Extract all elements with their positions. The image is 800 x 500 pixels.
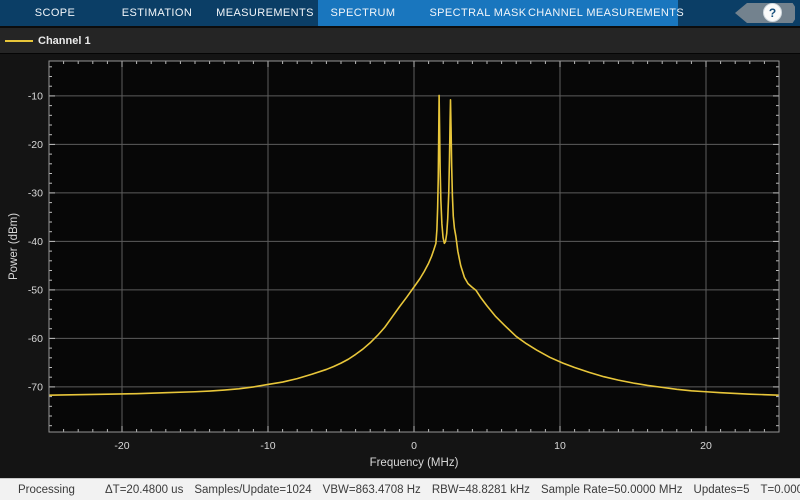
status-samples-per-update: Samples/Update=1024 (194, 484, 311, 496)
svg-text:Power (dBm): Power (dBm) (8, 213, 20, 280)
status-sample-rate: Sample Rate=50.0000 MHz (541, 484, 683, 496)
tab-measurements[interactable]: MEASUREMENTS (212, 0, 318, 26)
status-time: T=0.0001 (760, 484, 800, 496)
svg-text:-30: -30 (28, 187, 43, 199)
svg-text:-70: -70 (28, 381, 43, 393)
spectrum-plot[interactable]: -20 -10 0 10 20 -70 -60 -50 -40 -30 -20 -10 Frequenc… (0, 55, 800, 478)
svg-text:0: 0 (411, 440, 417, 452)
status-state: Processing (18, 484, 75, 496)
spectrum-plot-canvas: -20 -10 0 10 20 -70 -60 -50 -40 -30 -20 -10 Frequenc… (0, 55, 800, 478)
help-icon[interactable]: ? (763, 3, 782, 22)
status-vbw: VBW=863.4708 Hz (323, 484, 421, 496)
svg-text:10: 10 (554, 440, 566, 452)
svg-text:-10: -10 (260, 440, 275, 452)
tab-spectral-mask[interactable]: SPECTRAL MASK (428, 0, 528, 26)
svg-text:20: 20 (700, 440, 712, 452)
legend-channel-label: Channel 1 (38, 35, 91, 47)
legend[interactable]: Channel 1 (0, 26, 800, 54)
tab-spectrum[interactable]: SPECTRUM (326, 0, 400, 26)
tab-channel-measurements[interactable]: CHANNEL MEASUREMENTS (530, 0, 682, 26)
status-metrics: ΔT=20.4800 us Samples/Update=1024 VBW=86… (105, 484, 800, 496)
toolstrip: SCOPE ESTIMATION MEASUREMENTS SPECTRUM S… (0, 0, 800, 26)
svg-text:Frequency (MHz): Frequency (MHz) (370, 457, 459, 469)
svg-text:-20: -20 (114, 440, 129, 452)
svg-text:-20: -20 (28, 139, 43, 151)
svg-text:-60: -60 (28, 333, 43, 345)
status-bar: Processing ΔT=20.4800 us Samples/Update=… (0, 478, 800, 500)
status-updates: Updates=5 (694, 484, 750, 496)
spectrum-analyzer-window: SCOPE ESTIMATION MEASUREMENTS SPECTRUM S… (0, 0, 800, 500)
svg-text:-10: -10 (28, 90, 43, 102)
svg-text:-50: -50 (28, 284, 43, 296)
help-button[interactable]: ? (735, 3, 795, 23)
legend-line-sample (5, 40, 33, 42)
tab-estimation[interactable]: ESTIMATION (116, 0, 198, 26)
svg-text:-40: -40 (28, 236, 43, 248)
tab-scope[interactable]: SCOPE (28, 0, 82, 26)
status-rbw: RBW=48.8281 kHz (432, 484, 530, 496)
status-delta-t: ΔT=20.4800 us (105, 484, 183, 496)
